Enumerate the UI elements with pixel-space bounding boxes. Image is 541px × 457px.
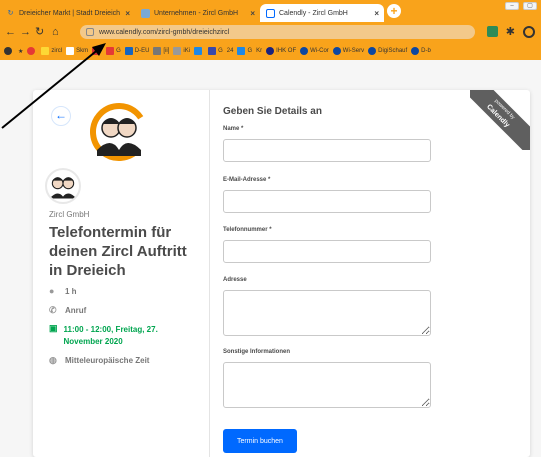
timezone-text: Mitteleuropäische Zeit — [65, 356, 150, 365]
bookmark-item[interactable]: G — [208, 47, 223, 55]
extension-icon[interactable] — [486, 26, 498, 37]
bookmark-item[interactable]: zircl — [41, 47, 62, 55]
tab-close-icon[interactable]: × — [250, 9, 255, 18]
bookmark-item[interactable]: G — [106, 47, 121, 55]
timezone-row: ◍ Mitteleuropäische Zeit — [49, 355, 150, 366]
new-tab-button[interactable]: + — [387, 4, 401, 18]
tab-calendly[interactable]: Calendly - Zircl GmbH × — [260, 4, 384, 22]
address-url: www.calendly.com/zircl-gmbh/dreieichzirc… — [99, 28, 230, 36]
toolbar-right: ✱ — [486, 25, 535, 38]
bookmark-item[interactable]: Wi-Serv — [332, 47, 364, 55]
bookmark-item[interactable]: Kr — [256, 48, 262, 54]
home-icon[interactable]: ⌂ — [52, 25, 59, 39]
info-label: Sonstige Informationen — [223, 349, 291, 355]
name-label: Name * — [223, 126, 244, 132]
address-bar[interactable]: www.calendly.com/zircl-gmbh/dreieichzirc… — [80, 25, 475, 39]
tab-label: Dreieicher Markt | Stadt Dreieich — [19, 9, 121, 17]
forward-arrow-icon[interactable]: → — [20, 25, 31, 39]
phone-icon: ✆ — [49, 305, 57, 315]
bookmark-item[interactable]: G — [237, 47, 252, 55]
book-appointment-button[interactable]: Termin buchen — [223, 429, 297, 453]
minimize-button[interactable]: – — [505, 2, 519, 10]
star-icon[interactable]: ★ — [18, 48, 23, 55]
tab-favicon-icon — [266, 8, 275, 18]
maximize-button[interactable]: ▢ — [523, 2, 537, 10]
phone-field[interactable] — [223, 240, 431, 263]
clock-icon: ● — [49, 286, 55, 296]
bookmark-item[interactable]: 24 — [227, 48, 234, 54]
booking-card: ← Zircl GmbH Telefontermin für deinen Zi… — [33, 90, 530, 457]
form-title: Geben Sie Details an — [223, 106, 322, 117]
avatar — [45, 168, 81, 204]
tab-favicon-icon — [141, 8, 150, 18]
back-arrow-icon[interactable]: ← — [5, 25, 16, 39]
bookmark-item[interactable] — [92, 47, 102, 55]
bookmark-item[interactable] — [194, 47, 204, 55]
bookmark-item[interactable]: D-b — [411, 47, 431, 55]
datetime-text: 11:00 - 12:00, Freitag, 27. November 202… — [63, 325, 158, 346]
call-type-text: Anruf — [65, 306, 87, 315]
tab-label: Unternehmen - Zircl GmbH — [154, 9, 239, 17]
bookmark-item[interactable]: D-EU — [124, 47, 149, 55]
email-label: E-Mail-Adresse * — [223, 177, 271, 183]
bookmark-item[interactable]: IHK OF — [266, 47, 296, 55]
tab-dreieicher-markt[interactable]: ↻ Dreieicher Markt | Stadt Dreieich × — [0, 4, 135, 22]
info-field[interactable] — [223, 362, 431, 408]
bookmark-item[interactable]: iKi — [173, 47, 190, 55]
extensions-puzzle-icon[interactable]: ✱ — [506, 25, 515, 38]
address-field[interactable] — [223, 290, 431, 336]
bookmark-item[interactable]: DigiSchauf — [368, 47, 407, 55]
bookmark-item[interactable]: Skm — [66, 47, 88, 55]
reload-icon[interactable]: ↻ — [35, 25, 44, 39]
organizer-name: Zircl GmbH — [49, 210, 90, 219]
bookmark-item[interactable] — [27, 47, 37, 55]
phone-label: Telefonnummer * — [223, 227, 272, 233]
page-info-icon[interactable] — [86, 28, 94, 36]
tab-close-icon[interactable]: × — [374, 9, 379, 18]
window-controls: – ▢ — [505, 2, 537, 10]
avatar-image — [49, 177, 77, 199]
tab-close-icon[interactable]: × — [125, 9, 130, 18]
duration-text: 1 h — [65, 287, 77, 296]
bookmark-item[interactable]: [ii] — [153, 47, 169, 55]
tab-label: Calendly - Zircl GmbH — [279, 9, 348, 17]
zircl-logo — [90, 103, 148, 161]
globe-icon: ◍ — [49, 355, 57, 365]
panel-divider — [209, 90, 210, 457]
tab-unternehmen[interactable]: Unternehmen - Zircl GmbH × — [135, 4, 260, 22]
browser-toolbar: ← → ↻ ⌂ www.calendly.com/zircl-gmbh/drei… — [0, 22, 541, 42]
ribbon-text-brand: Calendly — [485, 103, 511, 129]
bookmark-item[interactable]: Wi-Cor — [300, 47, 329, 55]
address-label: Adresse — [223, 277, 247, 283]
call-type-row: ✆ Anruf — [49, 305, 87, 316]
apps-icon[interactable] — [4, 47, 14, 55]
calendar-icon: ▣ — [49, 323, 58, 333]
datetime-row: ▣ 11:00 - 12:00, Freitag, 27. November 2… — [49, 324, 179, 348]
name-field[interactable] — [223, 139, 431, 162]
tab-favicon-icon: ↻ — [7, 10, 14, 17]
browser-tab-bar: ↻ Dreieicher Markt | Stadt Dreieich × Un… — [0, 0, 541, 22]
arrow-left-icon: ← — [55, 108, 67, 122]
bookmarks-bar: ★ zircl Skm G D-EU [ii] iKi G 24 G Kr IH… — [0, 42, 541, 60]
profile-icon[interactable] — [523, 25, 535, 38]
powered-by-ribbon[interactable]: powered by Calendly — [470, 90, 530, 150]
event-title: Telefontermin für deinen Zircl Auftritt … — [49, 224, 187, 279]
email-field[interactable] — [223, 190, 431, 213]
back-button[interactable]: ← — [51, 106, 71, 126]
duration-row: ● 1 h — [49, 286, 77, 297]
